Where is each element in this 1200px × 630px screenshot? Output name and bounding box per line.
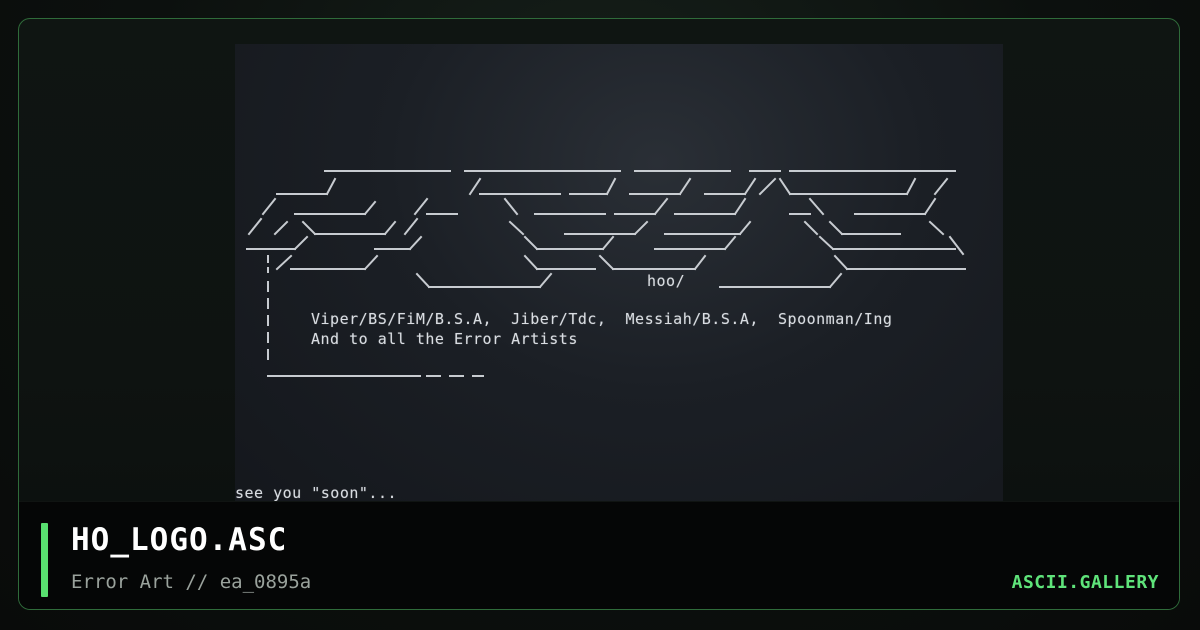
artwork-title: HO_LOGO.ASC — [71, 522, 288, 558]
page: hoo/ Viper/BS/FiM/B.S.A, Jiber/Tdc, Mess… — [0, 0, 1200, 630]
ascii-tag: hoo/ — [647, 272, 686, 290]
info-footer: HO_LOGO.ASC Error Art // ea_0895a ASCII.… — [19, 501, 1179, 609]
ascii-trailer: see you "soon"... — [235, 484, 398, 502]
ascii-logo-art — [246, 170, 966, 377]
site-brand: ASCII.GALLERY — [1011, 572, 1159, 593]
ascii-credits-line-2: And to all the Error Artists — [311, 330, 578, 348]
accent-bar — [41, 523, 48, 597]
artwork-card: hoo/ Viper/BS/FiM/B.S.A, Jiber/Tdc, Mess… — [18, 18, 1180, 610]
ascii-credits-line-1: Viper/BS/FiM/B.S.A, Jiber/Tdc, Messiah/B… — [311, 310, 893, 328]
artwork-subtitle: Error Art // ea_0895a — [71, 571, 312, 593]
ascii-art-preview: hoo/ Viper/BS/FiM/B.S.A, Jiber/Tdc, Mess… — [235, 44, 1003, 520]
